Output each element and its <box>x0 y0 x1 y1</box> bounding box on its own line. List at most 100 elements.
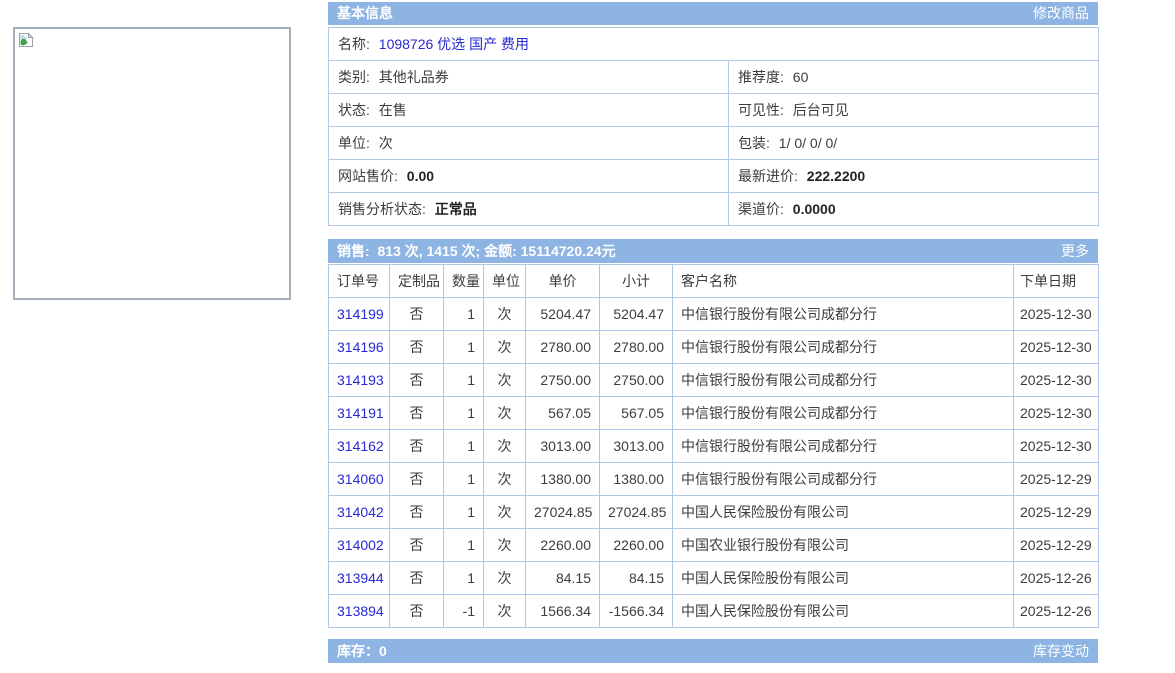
site-price-label: 网站售价: <box>338 168 398 184</box>
row-unit: 单位: 次 包装: 1/ 0/ 0/ 0/ <box>329 127 1099 160</box>
stock-label: 库存： <box>337 643 379 659</box>
cell-visibility: 可见性: 后台可见 <box>729 94 1099 127</box>
order-row: 314199 否 1 次 5204.47 5204.47 中信银行股份有限公司成… <box>329 298 1099 331</box>
cell-quantity: 1 <box>444 364 484 397</box>
cell-customer: 中国人民保险股份有限公司 <box>673 595 1014 628</box>
cell-order-number: 314196 <box>329 331 390 364</box>
cell-unit: 次 <box>484 496 526 529</box>
cell-custom: 否 <box>390 298 444 331</box>
cell-custom: 否 <box>390 529 444 562</box>
cell-unit-price: 84.15 <box>526 562 600 595</box>
cell-order-date: 2025-12-29 <box>1014 496 1099 529</box>
cell-custom: 否 <box>390 397 444 430</box>
cell-unit-price: 2780.00 <box>526 331 600 364</box>
cell-custom: 否 <box>390 331 444 364</box>
cell-order-date: 2025-12-30 <box>1014 397 1099 430</box>
cell-subtotal: 2260.00 <box>600 529 673 562</box>
basic-info-table: 名称: 1098726 优选 国产 费用 类别: 其他礼品券 推荐度: 60 状… <box>328 27 1099 226</box>
unit-value: 次 <box>379 135 393 151</box>
row-price: 网站售价: 0.00 最新进价: 222.2200 <box>329 160 1099 193</box>
cell-sales-analysis: 销售分析状态: 正常品 <box>329 193 729 226</box>
order-row: 314060 否 1 次 1380.00 1380.00 中信银行股份有限公司成… <box>329 463 1099 496</box>
order-number-link[interactable]: 314199 <box>337 306 384 322</box>
cell-custom: 否 <box>390 364 444 397</box>
row-name: 名称: 1098726 优选 国产 费用 <box>329 28 1099 61</box>
cell-unit: 次 <box>484 430 526 463</box>
row-analysis: 销售分析状态: 正常品 渠道价: 0.0000 <box>329 193 1099 226</box>
cell-category: 类别: 其他礼品券 <box>329 61 729 94</box>
product-detail-panel: 基本信息 修改商品 名称: 1098726 优选 国产 费用 类别: 其他礼品券… <box>328 2 1098 663</box>
cell-customer: 中国农业银行股份有限公司 <box>673 529 1014 562</box>
order-row: 314042 否 1 次 27024.85 27024.85 中国人民保险股份有… <box>329 496 1099 529</box>
recommend-value: 60 <box>793 69 809 85</box>
cell-unit: 次 <box>484 463 526 496</box>
cell-subtotal: 2750.00 <box>600 364 673 397</box>
cell-order-date: 2025-12-29 <box>1014 529 1099 562</box>
cell-package: 包装: 1/ 0/ 0/ 0/ <box>729 127 1099 160</box>
basic-info-bar: 基本信息 修改商品 <box>328 2 1098 25</box>
cell-subtotal: 2780.00 <box>600 331 673 364</box>
cell-quantity: 1 <box>444 331 484 364</box>
order-number-link[interactable]: 313944 <box>337 570 384 586</box>
header-unit-price: 单价 <box>526 265 600 298</box>
cell-order-number: 314042 <box>329 496 390 529</box>
order-number-link[interactable]: 314002 <box>337 537 384 553</box>
cell-channel-price: 渠道价: 0.0000 <box>729 193 1099 226</box>
cell-customer: 中信银行股份有限公司成都分行 <box>673 430 1014 463</box>
cell-custom: 否 <box>390 463 444 496</box>
site-price-value: 0.00 <box>407 168 434 184</box>
cell-unit-price: 27024.85 <box>526 496 600 529</box>
cell-unit: 次 <box>484 529 526 562</box>
stock-summary: 库存：0 <box>337 639 387 663</box>
header-order-number: 订单号 <box>329 265 390 298</box>
order-number-link[interactable]: 314193 <box>337 372 384 388</box>
sales-summary: 销售: 813 次, 1415 次; 金额: 15114720.24元 <box>337 239 616 263</box>
order-number-link[interactable]: 314042 <box>337 504 384 520</box>
sales-bar: 销售: 813 次, 1415 次; 金额: 15114720.24元 更多 <box>328 239 1098 263</box>
cell-order-number: 314191 <box>329 397 390 430</box>
order-number-link[interactable]: 314162 <box>337 438 384 454</box>
cell-order-number: 314193 <box>329 364 390 397</box>
order-number-link[interactable]: 314191 <box>337 405 384 421</box>
cell-unit: 次 <box>484 562 526 595</box>
visibility-value: 后台可见 <box>793 102 849 118</box>
cell-quantity: 1 <box>444 562 484 595</box>
cell-order-number: 314162 <box>329 430 390 463</box>
cell-status: 状态: 在售 <box>329 94 729 127</box>
cell-unit: 次 <box>484 298 526 331</box>
unit-label: 单位: <box>338 135 370 151</box>
cell-customer: 中信银行股份有限公司成都分行 <box>673 298 1014 331</box>
cell-customer: 中信银行股份有限公司成都分行 <box>673 331 1014 364</box>
cell-unit-price: 1380.00 <box>526 463 600 496</box>
order-row: 314191 否 1 次 567.05 567.05 中信银行股份有限公司成都分… <box>329 397 1099 430</box>
order-row: 314196 否 1 次 2780.00 2780.00 中信银行股份有限公司成… <box>329 331 1099 364</box>
order-number-link[interactable]: 313894 <box>337 603 384 619</box>
basic-info-title: 基本信息 <box>337 2 393 25</box>
order-row: 313944 否 1 次 84.15 84.15 中国人民保险股份有限公司 20… <box>329 562 1099 595</box>
product-name-link[interactable]: 1098726 优选 国产 费用 <box>379 36 529 52</box>
stock-bar: 库存：0 库存变动 <box>328 639 1098 663</box>
cell-order-date: 2025-12-26 <box>1014 595 1099 628</box>
cell-unit: 次 <box>484 397 526 430</box>
cell-site-price: 网站售价: 0.00 <box>329 160 729 193</box>
cell-customer: 中国人民保险股份有限公司 <box>673 562 1014 595</box>
cell-subtotal: 27024.85 <box>600 496 673 529</box>
orders-header-row: 订单号 定制品 数量 单位 单价 小计 客户名称 下单日期 <box>329 265 1099 298</box>
edit-product-link[interactable]: 修改商品 <box>1033 2 1089 25</box>
sales-analysis-value: 正常品 <box>435 201 477 217</box>
latest-cost-label: 最新进价: <box>738 168 798 184</box>
more-link[interactable]: 更多 <box>1061 239 1089 263</box>
cell-custom: 否 <box>390 430 444 463</box>
cell-unit: 次 <box>484 331 526 364</box>
stock-change-link[interactable]: 库存变动 <box>1033 639 1089 663</box>
header-unit: 单位 <box>484 265 526 298</box>
cell-subtotal: 567.05 <box>600 397 673 430</box>
cell-unit: 次 <box>484 364 526 397</box>
cell-unit-price: 3013.00 <box>526 430 600 463</box>
cell-order-number: 314060 <box>329 463 390 496</box>
cell-order-number: 313894 <box>329 595 390 628</box>
cell-quantity: 1 <box>444 397 484 430</box>
cell-quantity: 1 <box>444 529 484 562</box>
order-number-link[interactable]: 314060 <box>337 471 384 487</box>
order-number-link[interactable]: 314196 <box>337 339 384 355</box>
